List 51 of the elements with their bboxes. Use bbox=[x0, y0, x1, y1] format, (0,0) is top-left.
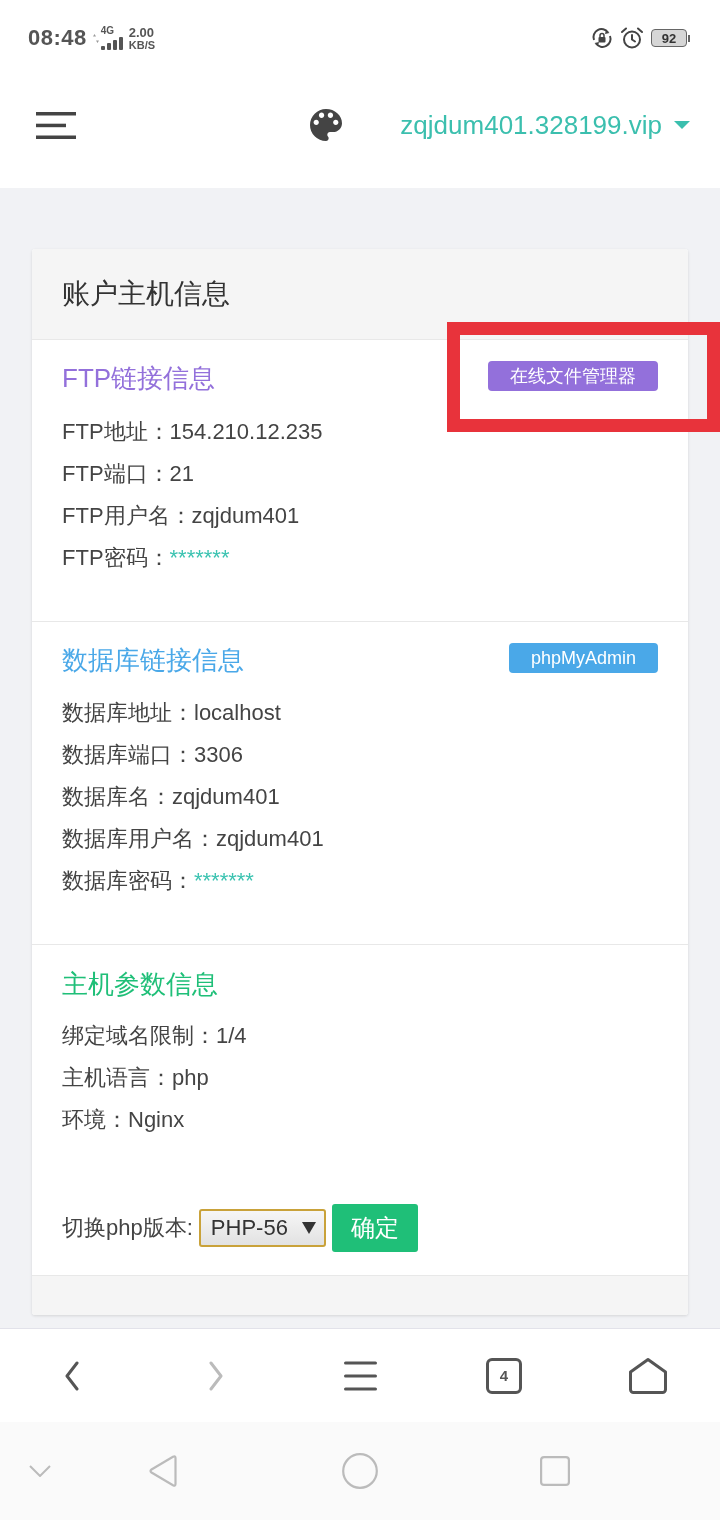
menu-icon[interactable] bbox=[36, 111, 76, 139]
field-value: zqjdum401 bbox=[216, 825, 324, 853]
tabs-button[interactable]: 4 bbox=[486, 1357, 522, 1394]
section-action-button[interactable]: 在线文件管理器 bbox=[488, 361, 658, 391]
palette-icon[interactable] bbox=[310, 109, 343, 141]
caret-icon bbox=[674, 121, 690, 129]
section-title: 数据库链接信息 bbox=[62, 644, 244, 677]
field-label: 环境： bbox=[62, 1106, 128, 1134]
field-label: 数据库用户名： bbox=[62, 825, 216, 853]
section-title: 主机参数信息 bbox=[62, 968, 218, 1001]
field-label: 数据库密码： bbox=[62, 867, 194, 895]
field-value: localhost bbox=[194, 699, 281, 727]
field-value: 154.210.12.235 bbox=[169, 418, 323, 446]
field-label: 数据库端口： bbox=[62, 741, 194, 769]
confirm-button[interactable]: 确定 bbox=[331, 1204, 418, 1252]
version-select[interactable]: PHP-56 bbox=[198, 1209, 326, 1247]
clock-time: 08:48 bbox=[28, 25, 87, 51]
field-label: 切换php版本: bbox=[62, 1214, 193, 1242]
signal-icon bbox=[100, 37, 123, 50]
section-action-button[interactable]: phpMyAdmin bbox=[508, 643, 658, 673]
field-value: Nginx bbox=[128, 1106, 185, 1134]
field-label: 绑定域名限制： bbox=[62, 1022, 216, 1050]
field-label: FTP端口： bbox=[62, 460, 170, 488]
field-label: 数据库地址： bbox=[62, 699, 194, 727]
caret-icon bbox=[301, 1222, 316, 1234]
field-label: FTP用户名： bbox=[62, 502, 192, 530]
back-icon[interactable] bbox=[64, 1360, 80, 1391]
network-type: 4G bbox=[100, 26, 115, 36]
section-title: FTP链接信息 bbox=[62, 362, 216, 395]
masked-value: ******* bbox=[169, 544, 230, 572]
speed-unit: KB/S bbox=[128, 38, 156, 51]
field-label: FTP地址： bbox=[62, 418, 170, 446]
data-activity-icon bbox=[92, 33, 99, 43]
field-label: 主机语言： bbox=[62, 1064, 172, 1092]
field-value: zqjdum401 bbox=[191, 502, 300, 530]
menu-icon[interactable] bbox=[343, 1360, 377, 1391]
field-label: 数据库名： bbox=[62, 783, 172, 811]
home-icon[interactable] bbox=[628, 1356, 668, 1395]
rotation-lock-icon bbox=[591, 27, 613, 49]
field-label: FTP密码： bbox=[62, 544, 170, 572]
field-value: php bbox=[172, 1064, 209, 1092]
field-value: 1/4 bbox=[216, 1022, 247, 1050]
card-title: 账户主机信息 bbox=[62, 277, 230, 311]
account-dropdown[interactable]: zqjdum401.328199.vip bbox=[400, 109, 690, 141]
masked-value: ******* bbox=[194, 867, 254, 895]
alarm-icon bbox=[621, 27, 643, 49]
field-value: 21 bbox=[169, 460, 195, 488]
battery-indicator: 92 bbox=[651, 29, 690, 47]
field-value: 3306 bbox=[194, 741, 243, 769]
field-value: zqjdum401 bbox=[172, 783, 280, 811]
network-speed: 2.00 bbox=[128, 25, 156, 39]
